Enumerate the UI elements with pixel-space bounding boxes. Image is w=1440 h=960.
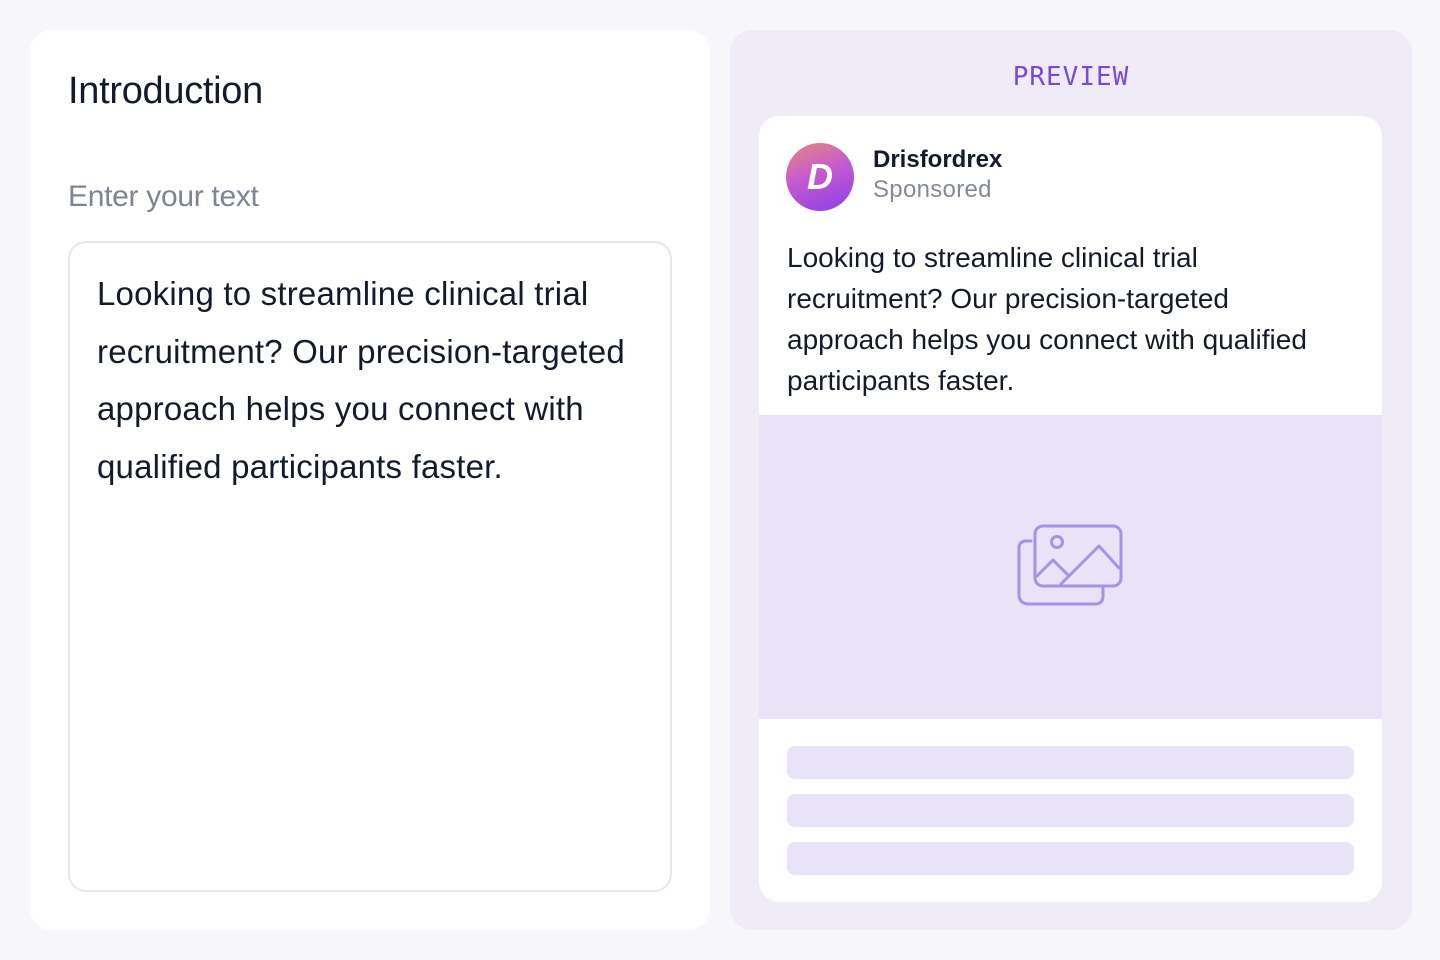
sponsored-label: Sponsored xyxy=(873,176,992,203)
skeleton-line xyxy=(787,746,1354,779)
ad-body-text: Looking to streamline clinical trial rec… xyxy=(787,242,1307,396)
editor-panel: Introduction Enter your text Looking to … xyxy=(30,30,710,930)
preview-panel: PREVIEW D Drisfordrex Sponsored Looking … xyxy=(730,30,1412,930)
image-gallery-icon xyxy=(1017,524,1123,606)
avatar-letter: D xyxy=(807,156,833,197)
avatar: D xyxy=(786,143,854,211)
skeleton-line xyxy=(787,794,1354,827)
preview-label: PREVIEW xyxy=(1012,62,1130,92)
text-field-label: Enter your text xyxy=(68,180,259,213)
ad-preview-card: D Drisfordrex Sponsored Looking to strea… xyxy=(759,116,1382,902)
intro-text-input[interactable]: Looking to streamline clinical trial rec… xyxy=(68,241,672,892)
editor-title: Introduction xyxy=(68,70,263,112)
brand-name: Drisfordrex xyxy=(873,146,1003,173)
ad-image-placeholder xyxy=(759,415,1382,719)
skeleton-line xyxy=(787,842,1354,875)
